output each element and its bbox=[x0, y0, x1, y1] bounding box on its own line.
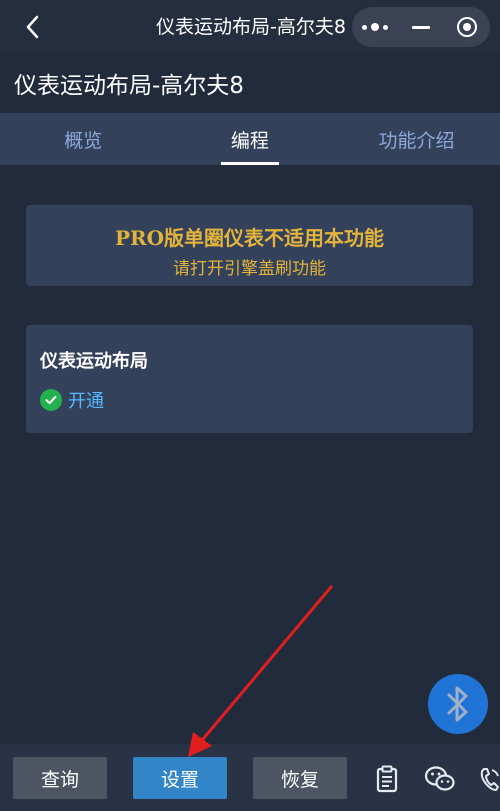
tab-programming[interactable]: 编程 bbox=[167, 113, 334, 165]
wechat-icon[interactable] bbox=[424, 764, 456, 794]
clipboard-icon[interactable] bbox=[372, 764, 402, 794]
tab-bar: 概览 编程 功能介绍 bbox=[0, 113, 500, 165]
page-header: 仪表运动布局-高尔夫8 bbox=[0, 54, 500, 113]
app-screen: 仪表运动布局-高尔夫8 仪表运动布局-高尔夫8 概览 编程 功能介绍 PRO版单… bbox=[0, 0, 500, 811]
feature-title: 仪表运动布局 bbox=[40, 351, 148, 372]
tab-label: 功能介绍 bbox=[378, 129, 455, 152]
minimize-icon bbox=[412, 25, 430, 29]
feature-card[interactable]: 仪表运动布局 开通 bbox=[26, 325, 473, 433]
bluetooth-icon bbox=[447, 686, 468, 722]
settings-button[interactable]: 设置 bbox=[133, 757, 227, 799]
tab-label: 概览 bbox=[64, 129, 103, 152]
bluetooth-button[interactable] bbox=[428, 674, 488, 734]
notice-subtitle: 请打开引擎盖刷功能 bbox=[173, 259, 326, 279]
query-button[interactable]: 查询 bbox=[13, 757, 107, 799]
status-text: 开通 bbox=[68, 391, 104, 412]
notice-card: PRO版单圈仪表不适用本功能 请打开引擎盖刷功能 bbox=[26, 205, 473, 286]
minimize-button[interactable] bbox=[398, 7, 444, 47]
page-title: 仪表运动布局-高尔夫8 bbox=[14, 73, 244, 99]
feature-status: 开通 bbox=[40, 387, 104, 413]
bottom-action-bar: 查询 设置 恢复 bbox=[0, 744, 500, 811]
more-dots-icon bbox=[362, 23, 388, 31]
top-navigation-bar: 仪表运动布局-高尔夫8 bbox=[0, 0, 500, 54]
close-target-icon bbox=[457, 17, 477, 37]
close-button[interactable] bbox=[444, 7, 490, 47]
tab-label: 编程 bbox=[230, 129, 269, 152]
back-button[interactable] bbox=[18, 12, 48, 42]
tab-feature-intro[interactable]: 功能介绍 bbox=[333, 113, 500, 165]
check-circle-icon bbox=[40, 389, 62, 411]
back-icon bbox=[26, 15, 39, 39]
notice-title: PRO版单圈仪表不适用本功能 bbox=[114, 226, 385, 250]
miniprogram-capsule bbox=[352, 7, 490, 47]
tab-overview[interactable]: 概览 bbox=[0, 113, 167, 165]
active-tab-indicator bbox=[220, 162, 279, 165]
phone-icon[interactable] bbox=[478, 764, 500, 794]
more-button[interactable] bbox=[352, 7, 398, 47]
nav-title: 仪表运动布局-高尔夫8 bbox=[156, 16, 346, 38]
restore-button[interactable]: 恢复 bbox=[253, 757, 347, 799]
